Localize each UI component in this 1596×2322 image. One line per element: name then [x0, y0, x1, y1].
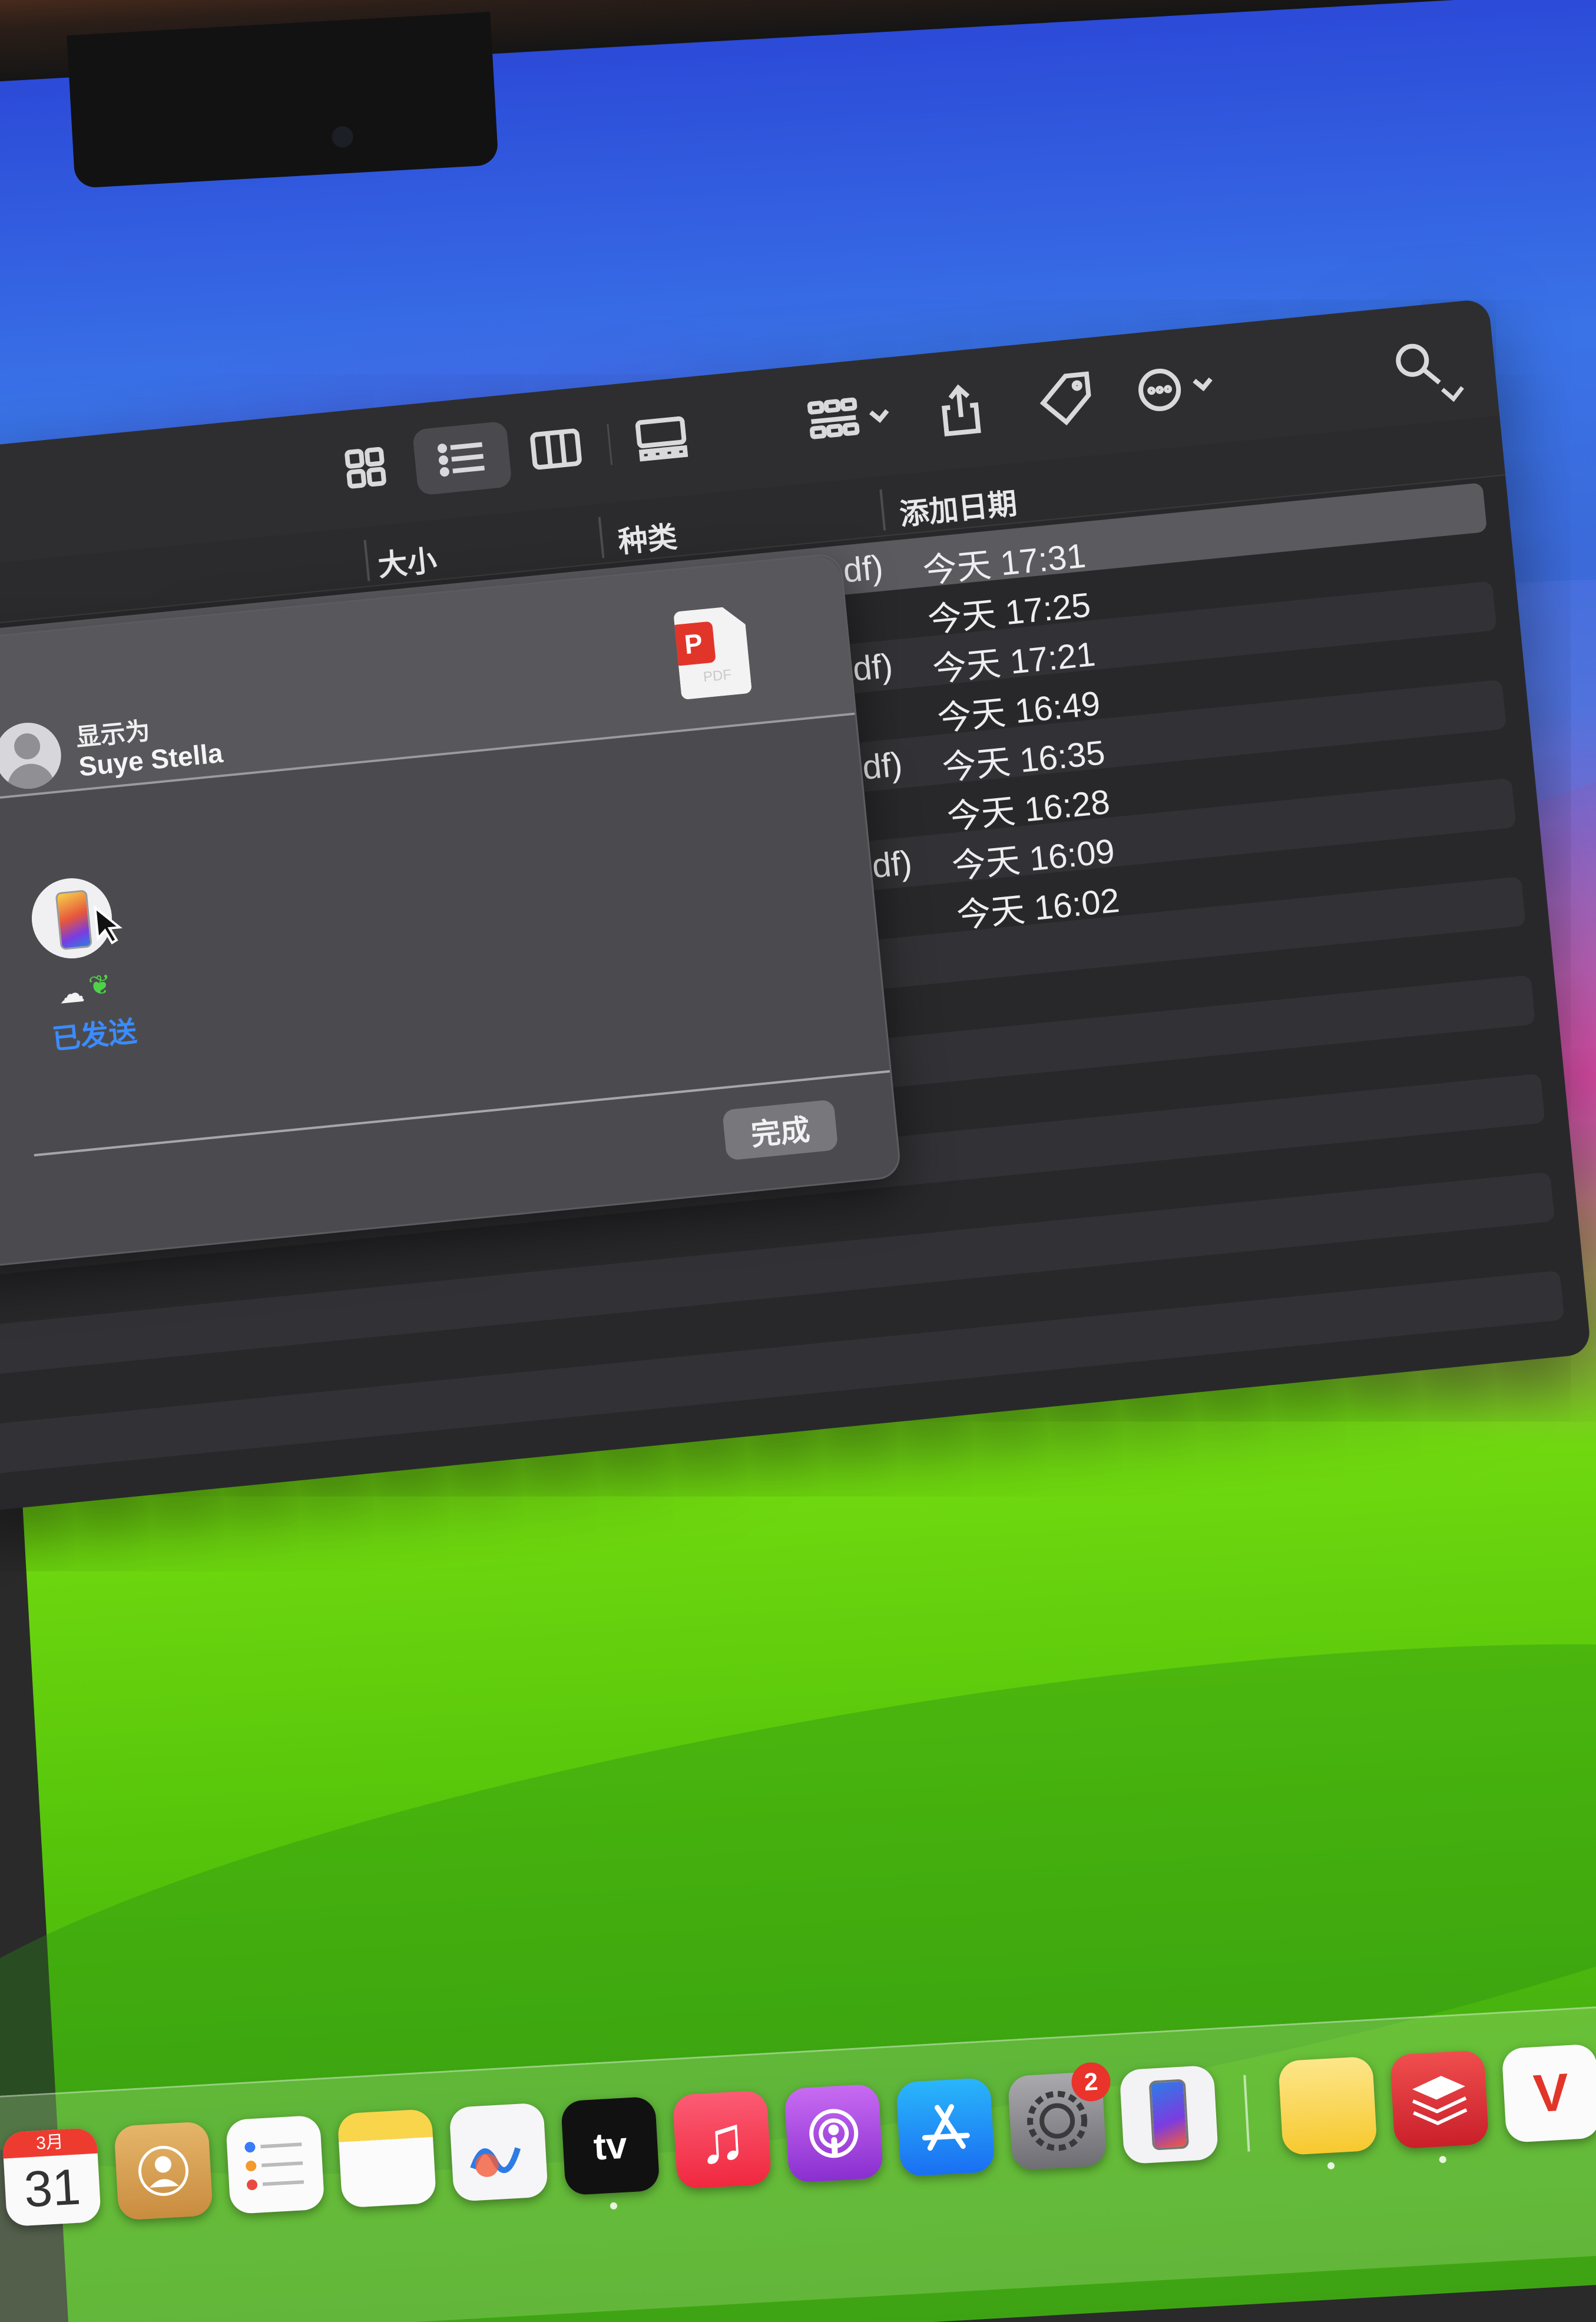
list-view-icon — [437, 442, 485, 477]
group-by-icon — [807, 397, 889, 439]
notes-app[interactable] — [337, 2108, 437, 2208]
chevron-down-icon[interactable] — [1437, 381, 1469, 408]
camera-icon — [331, 125, 354, 148]
column-header-size[interactable]: 大小 — [376, 537, 439, 584]
tag-button[interactable] — [1028, 363, 1104, 435]
stickies-app[interactable] — [1278, 2056, 1378, 2156]
podcasts-app[interactable] — [784, 2083, 884, 2184]
column-header-date-added[interactable]: 添加日期 — [898, 480, 1019, 534]
column-view-icon — [530, 428, 582, 470]
toolbar-separator — [607, 424, 613, 465]
desktop: 大小 种类 添加日期 Adobe...F (.pdf) 今天 17:31 JPE… — [0, 0, 1596, 2322]
system-settings-app[interactable]: 2 — [1007, 2061, 1112, 2171]
column-separator — [363, 540, 370, 581]
avatar — [0, 719, 64, 792]
done-button[interactable]: 完成 — [722, 1099, 839, 1161]
wps-icon: V — [1532, 2062, 1571, 2123]
column-header-kind[interactable]: 种类 — [616, 513, 679, 561]
mouse-cursor-icon — [93, 905, 122, 945]
freeform-icon — [449, 2102, 548, 2202]
wps-office-app[interactable]: V — [1501, 2043, 1596, 2144]
share-button[interactable] — [922, 373, 999, 446]
airdrop-share-dialog: 显示为 Suye Stella P PDF ☁ ❦ 已发送 完成 — [0, 552, 902, 1279]
icloud-icon: ☁ — [57, 978, 86, 1010]
gallery-view-button[interactable] — [623, 402, 700, 475]
camera-notch — [67, 12, 499, 188]
sent-status: 已发送 — [51, 1016, 138, 1056]
music-app[interactable]: ♫ — [672, 2090, 772, 2189]
icon-view-button[interactable] — [330, 432, 400, 504]
iphone-mirroring-app[interactable] — [1119, 2065, 1219, 2165]
contacts-app[interactable] — [114, 2121, 213, 2221]
more-actions-button[interactable] — [1127, 350, 1233, 425]
reminders-icon — [226, 2115, 325, 2215]
sticky-note-icon — [1278, 2056, 1378, 2156]
books-app[interactable] — [1389, 2049, 1489, 2149]
pdf-file-icon: P PDF — [673, 605, 752, 700]
books-icon — [1390, 2050, 1489, 2149]
apple-tv-icon: tv — [561, 2096, 660, 2196]
avatar-body — [5, 762, 56, 792]
gallery-view-icon — [635, 416, 688, 462]
icon-view-grid-icon — [345, 446, 386, 489]
tv-label: tv — [592, 2123, 628, 2168]
reminders-app[interactable] — [225, 2115, 325, 2215]
pdf-file-label: PDF — [702, 666, 733, 686]
column-separator — [598, 517, 605, 558]
apple-tv-app[interactable]: tv — [560, 2096, 660, 2196]
group-by-button[interactable] — [799, 382, 905, 458]
iphone-icon — [1119, 2065, 1218, 2165]
app-store-app[interactable] — [896, 2077, 995, 2177]
column-view-button[interactable] — [518, 413, 594, 485]
calendar-day: 31 — [22, 2158, 82, 2218]
running-indicator — [1327, 2162, 1335, 2170]
iphone-icon — [55, 889, 92, 951]
calendar-month: 3月 — [2, 2127, 98, 2159]
more-actions-icon — [1138, 368, 1213, 411]
tag-icon — [1039, 371, 1091, 426]
list-view-button[interactable] — [412, 421, 512, 496]
app-store-icon — [896, 2078, 995, 2177]
podcasts-icon — [784, 2083, 883, 2183]
running-indicator — [610, 2202, 618, 2210]
dock-separator — [1243, 2075, 1250, 2152]
column-separator — [879, 489, 886, 531]
running-indicator — [1439, 2155, 1447, 2164]
search-icon — [1396, 343, 1441, 385]
share-icon — [942, 384, 981, 436]
freeform-app[interactable] — [449, 2102, 548, 2202]
contacts-icon — [114, 2121, 213, 2221]
calendar-app[interactable]: 3月 31 — [2, 2127, 102, 2227]
avatar-head — [13, 732, 42, 761]
notes-icon — [337, 2109, 437, 2208]
music-note-icon: ♫ — [696, 2102, 749, 2178]
acrobat-badge: P — [671, 621, 716, 666]
sprout-icon: ❦ — [87, 968, 113, 1001]
